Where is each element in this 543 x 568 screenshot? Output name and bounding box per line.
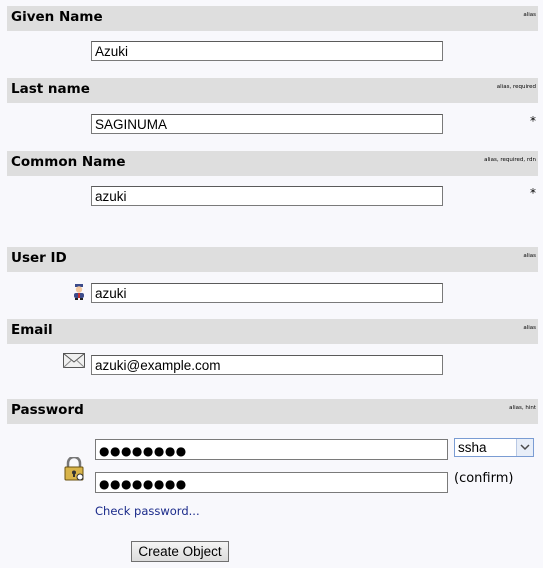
last-name-input[interactable] <box>91 114 443 134</box>
password-confirm-input[interactable]: ●●●●●●●● <box>95 472 448 493</box>
envelope-icon <box>63 353 85 372</box>
user-icon <box>72 284 86 304</box>
email-header: Email alias <box>7 319 538 344</box>
last-name-header: Last name alias, required <box>7 78 538 103</box>
create-object-button[interactable]: Create Object <box>131 541 229 562</box>
user-id-label: User ID <box>11 250 67 266</box>
password-label: Password <box>11 402 84 418</box>
common-name-label: Common Name <box>11 154 126 170</box>
user-id-hint: alias <box>523 253 536 259</box>
common-name-required-mark: * <box>530 186 536 200</box>
email-input[interactable] <box>91 355 443 375</box>
check-password-link[interactable]: Check password... <box>95 504 200 518</box>
hash-select[interactable]: ssha <box>454 438 534 457</box>
lock-icon <box>63 455 85 485</box>
common-name-hint: alias, required, rdn <box>484 157 536 163</box>
chevron-down-icon[interactable] <box>516 439 533 456</box>
last-name-hint: alias, required <box>496 84 536 90</box>
confirm-label: (confirm) <box>454 471 514 486</box>
given-name-hint: alias <box>523 12 536 18</box>
user-id-input[interactable] <box>91 283 443 303</box>
password-masked-value: ●●●●●●●● <box>99 444 187 458</box>
password-confirm-masked-value: ●●●●●●●● <box>99 477 187 491</box>
password-hint: alias, hint <box>509 405 536 411</box>
password-header: Password alias, hint <box>7 399 538 424</box>
given-name-header: Given Name alias <box>7 6 538 31</box>
common-name-input[interactable] <box>91 186 443 206</box>
last-name-required-mark: * <box>530 114 536 128</box>
password-input[interactable]: ●●●●●●●● <box>95 439 448 460</box>
common-name-header: Common Name alias, required, rdn <box>7 151 538 176</box>
email-hint: alias <box>523 325 536 331</box>
given-name-input[interactable] <box>91 41 443 61</box>
user-id-header: User ID alias <box>7 247 538 272</box>
hash-selected-value: ssha <box>458 440 487 455</box>
email-label: Email <box>11 322 53 338</box>
given-name-label: Given Name <box>11 9 103 25</box>
last-name-label: Last name <box>11 81 90 97</box>
